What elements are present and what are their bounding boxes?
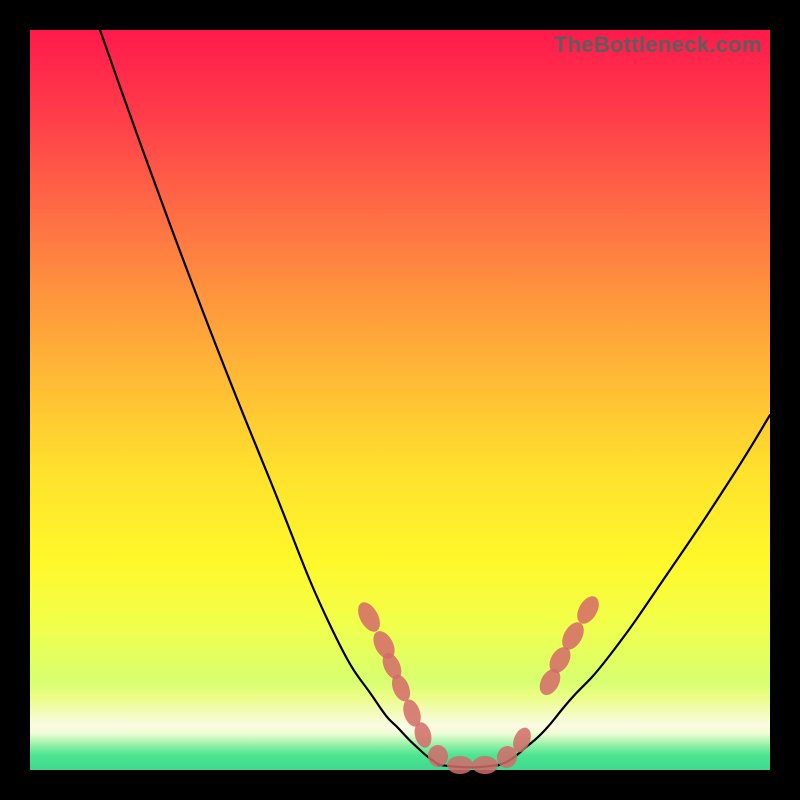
data-marker: [427, 744, 450, 769]
chart-frame: TheBottleneck.com: [0, 0, 800, 800]
data-marker: [447, 756, 473, 774]
markers-group: [354, 593, 604, 774]
bottleneck-curve: [100, 30, 770, 767]
chart-svg: [30, 30, 770, 770]
data-marker: [472, 756, 498, 774]
data-marker: [354, 599, 385, 636]
curve-group: [100, 30, 770, 767]
plot-area: TheBottleneck.com: [30, 30, 770, 770]
data-marker: [573, 593, 604, 628]
